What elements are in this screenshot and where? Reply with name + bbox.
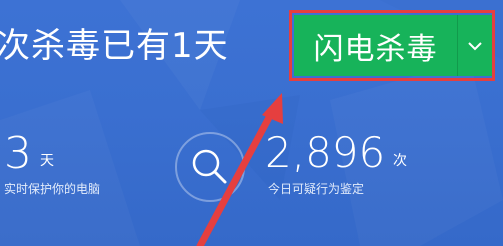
chevron-down-icon bbox=[468, 41, 482, 50]
suspicious-count-unit: 次 bbox=[393, 153, 407, 169]
scan-options-dropdown-button[interactable] bbox=[458, 15, 492, 76]
antivirus-status-panel: 次杀毒已有1天 闪电杀毒 3 天 实时保护你的电脑 2,896 次 今日可疑行为… bbox=[0, 0, 503, 246]
magnifier-icon bbox=[175, 132, 245, 202]
suspicious-caption: 今日可疑行为鉴定 bbox=[268, 182, 365, 196]
protection-caption: 实时保护你的电脑 bbox=[4, 182, 101, 196]
protection-days-value: 3 bbox=[4, 128, 32, 179]
scan-button-highlight: 闪电杀毒 bbox=[289, 10, 495, 81]
last-scan-headline: 次杀毒已有1天 bbox=[0, 26, 229, 66]
protection-days-unit: 天 bbox=[40, 153, 54, 169]
lightning-scan-button[interactable]: 闪电杀毒 bbox=[294, 15, 457, 76]
suspicious-count-value: 2,896 bbox=[265, 128, 386, 177]
